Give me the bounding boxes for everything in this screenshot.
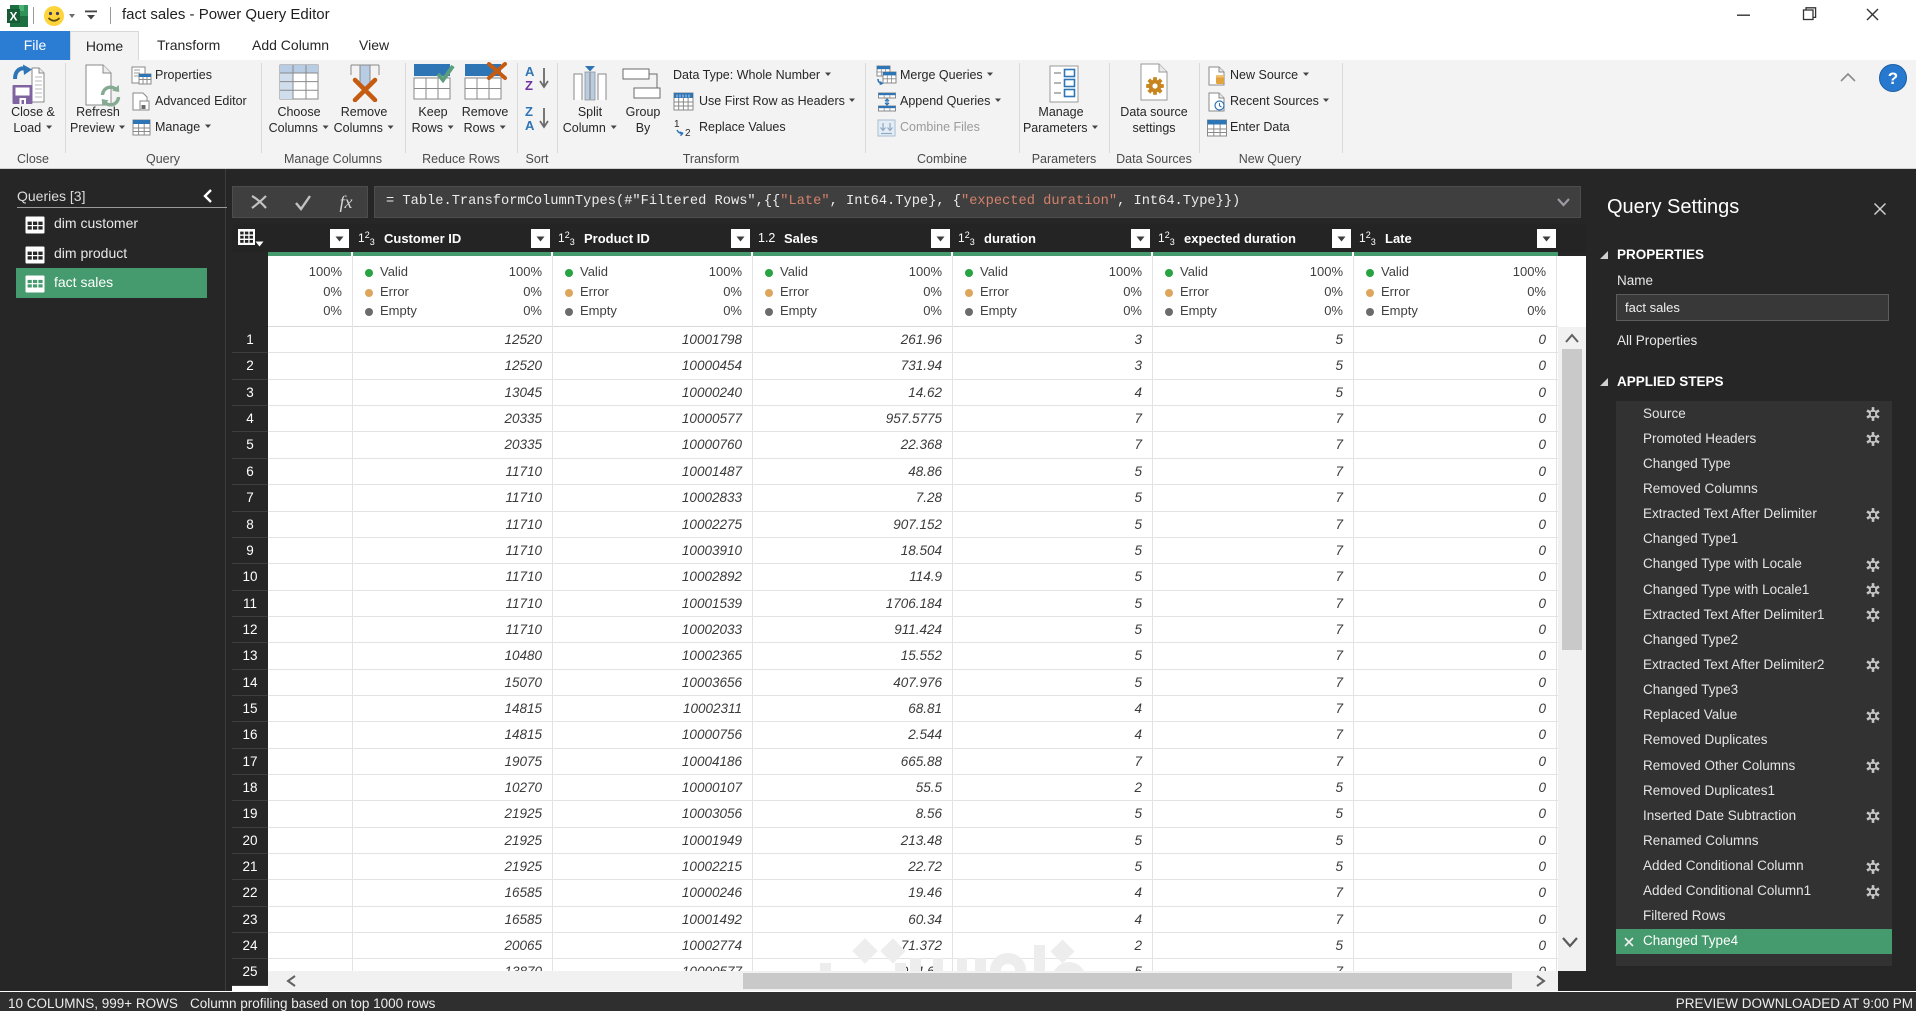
- svg-text:?: ?: [1888, 69, 1898, 88]
- svg-text:A: A: [525, 118, 535, 133]
- svg-text:A: A: [525, 64, 535, 79]
- svg-text:fx: fx: [340, 192, 353, 212]
- svg-text:1: 1: [674, 119, 680, 130]
- svg-text:Z: Z: [525, 104, 533, 119]
- svg-text:2: 2: [685, 128, 691, 138]
- svg-text:Z: Z: [525, 78, 533, 93]
- svg-text:X: X: [9, 10, 17, 24]
